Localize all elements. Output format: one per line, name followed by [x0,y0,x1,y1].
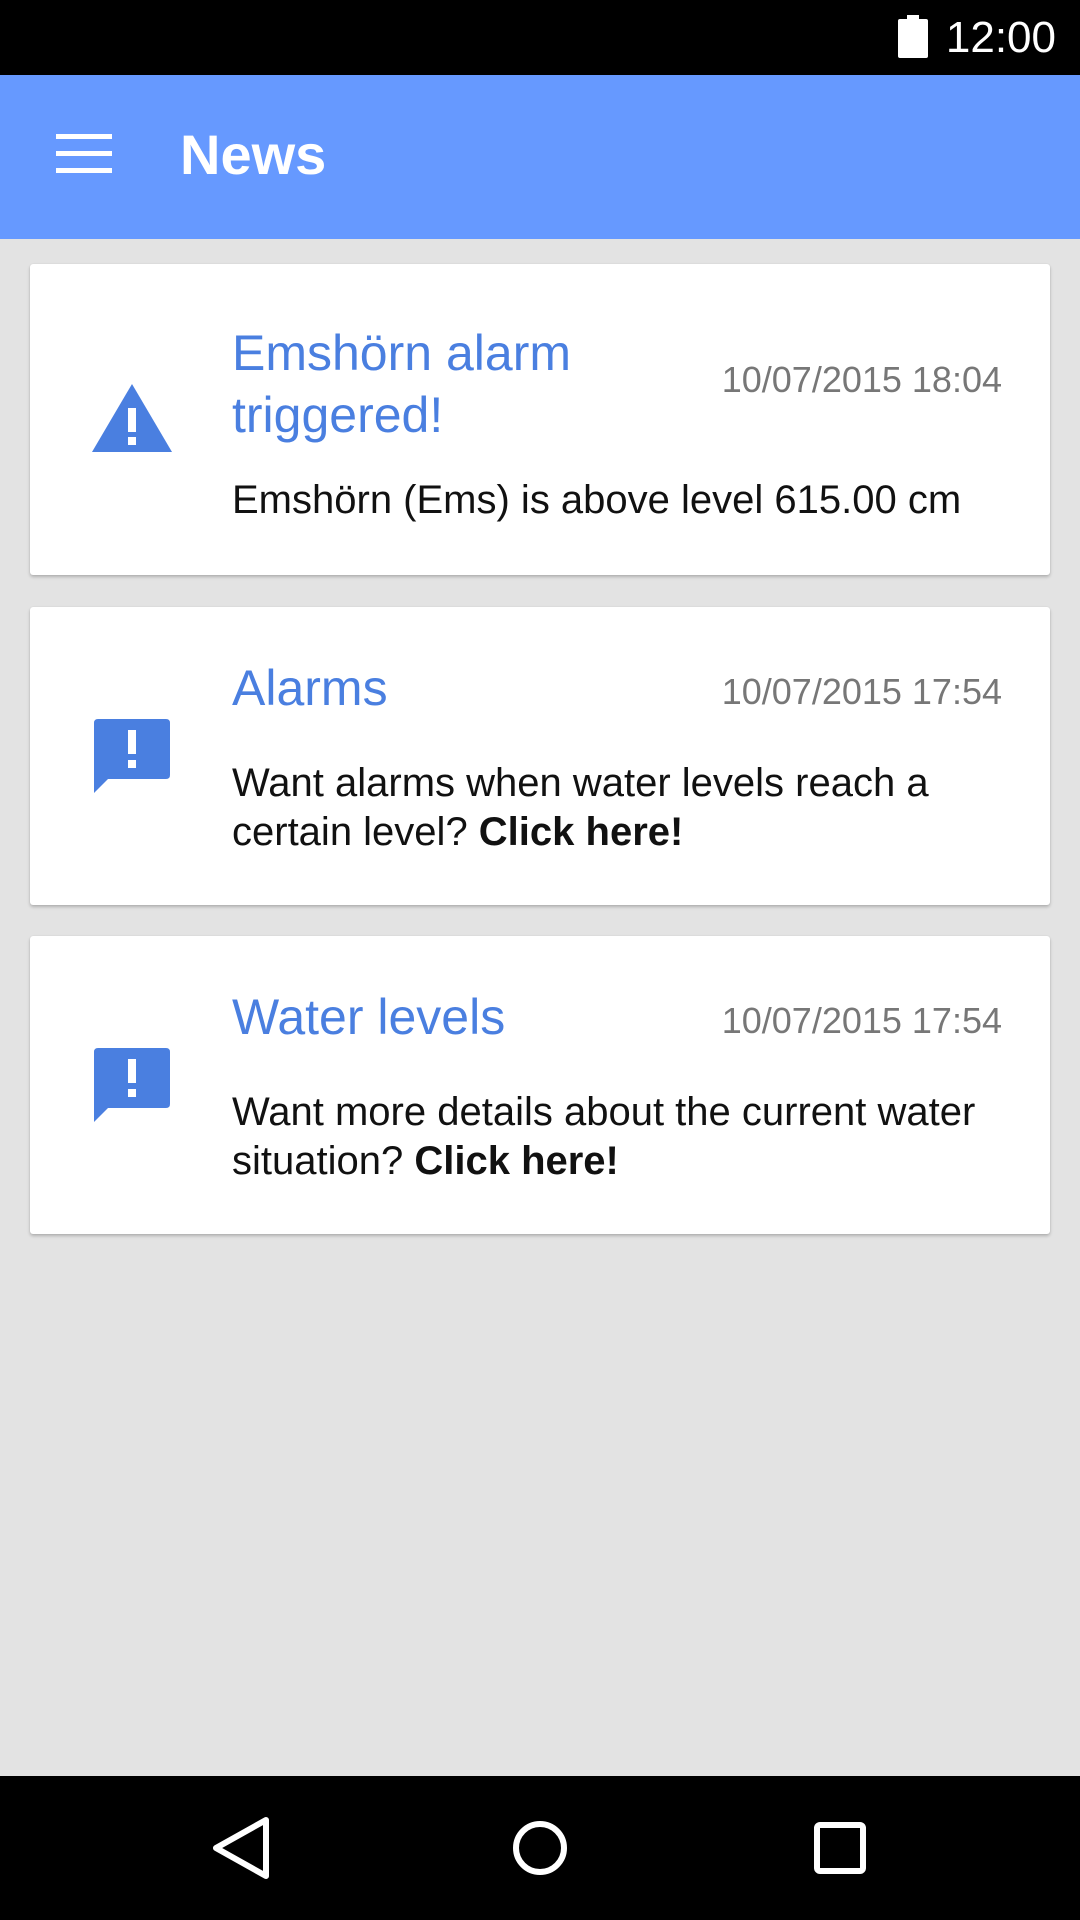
page-title: News [180,123,327,186]
battery-full-icon [898,15,928,58]
news-date: 10/07/2015 17:54 [721,671,1002,712]
news-card-water-levels[interactable]: Water levels 10/07/2015 17:54 Want more … [30,936,1050,1234]
click-here-link[interactable]: Click here! [414,1139,619,1183]
app-bar: News [0,75,1080,239]
news-body: Emshörn (Ems) is above level 615.00 cm [232,476,1010,525]
news-card-alarms[interactable]: Alarms 10/07/2015 17:54 Want alarms when… [30,607,1050,905]
news-date: 10/07/2015 17:54 [721,1000,1002,1041]
hamburger-menu-icon[interactable] [56,134,112,174]
back-triangle-icon[interactable] [200,1808,280,1888]
news-title: Alarms [232,660,388,716]
news-title: Water levels [232,989,506,1045]
click-here-link[interactable]: Click here! [479,810,684,854]
status-time: 12:00 [945,13,1056,62]
news-title: Emshörn alarm triggered! [232,325,571,443]
news-date: 10/07/2015 18:04 [721,359,1002,400]
navigation-bar [0,1776,1080,1920]
recents-square-icon[interactable] [800,1808,880,1888]
news-body: Want more details about the current wate… [232,1088,1010,1186]
feedback-message-icon [94,1048,170,1122]
news-body-text: Emshörn (Ems) is above level 615.00 cm [232,478,962,522]
news-body: Want alarms when water levels reach a ce… [232,759,1010,857]
news-card-alarm-triggered[interactable]: Emshörn alarm triggered! 10/07/2015 18:0… [30,264,1050,575]
warning-icon [92,384,172,452]
status-bar: 12:00 [0,0,1080,75]
feedback-message-icon [94,719,170,793]
home-circle-icon[interactable] [500,1808,580,1888]
